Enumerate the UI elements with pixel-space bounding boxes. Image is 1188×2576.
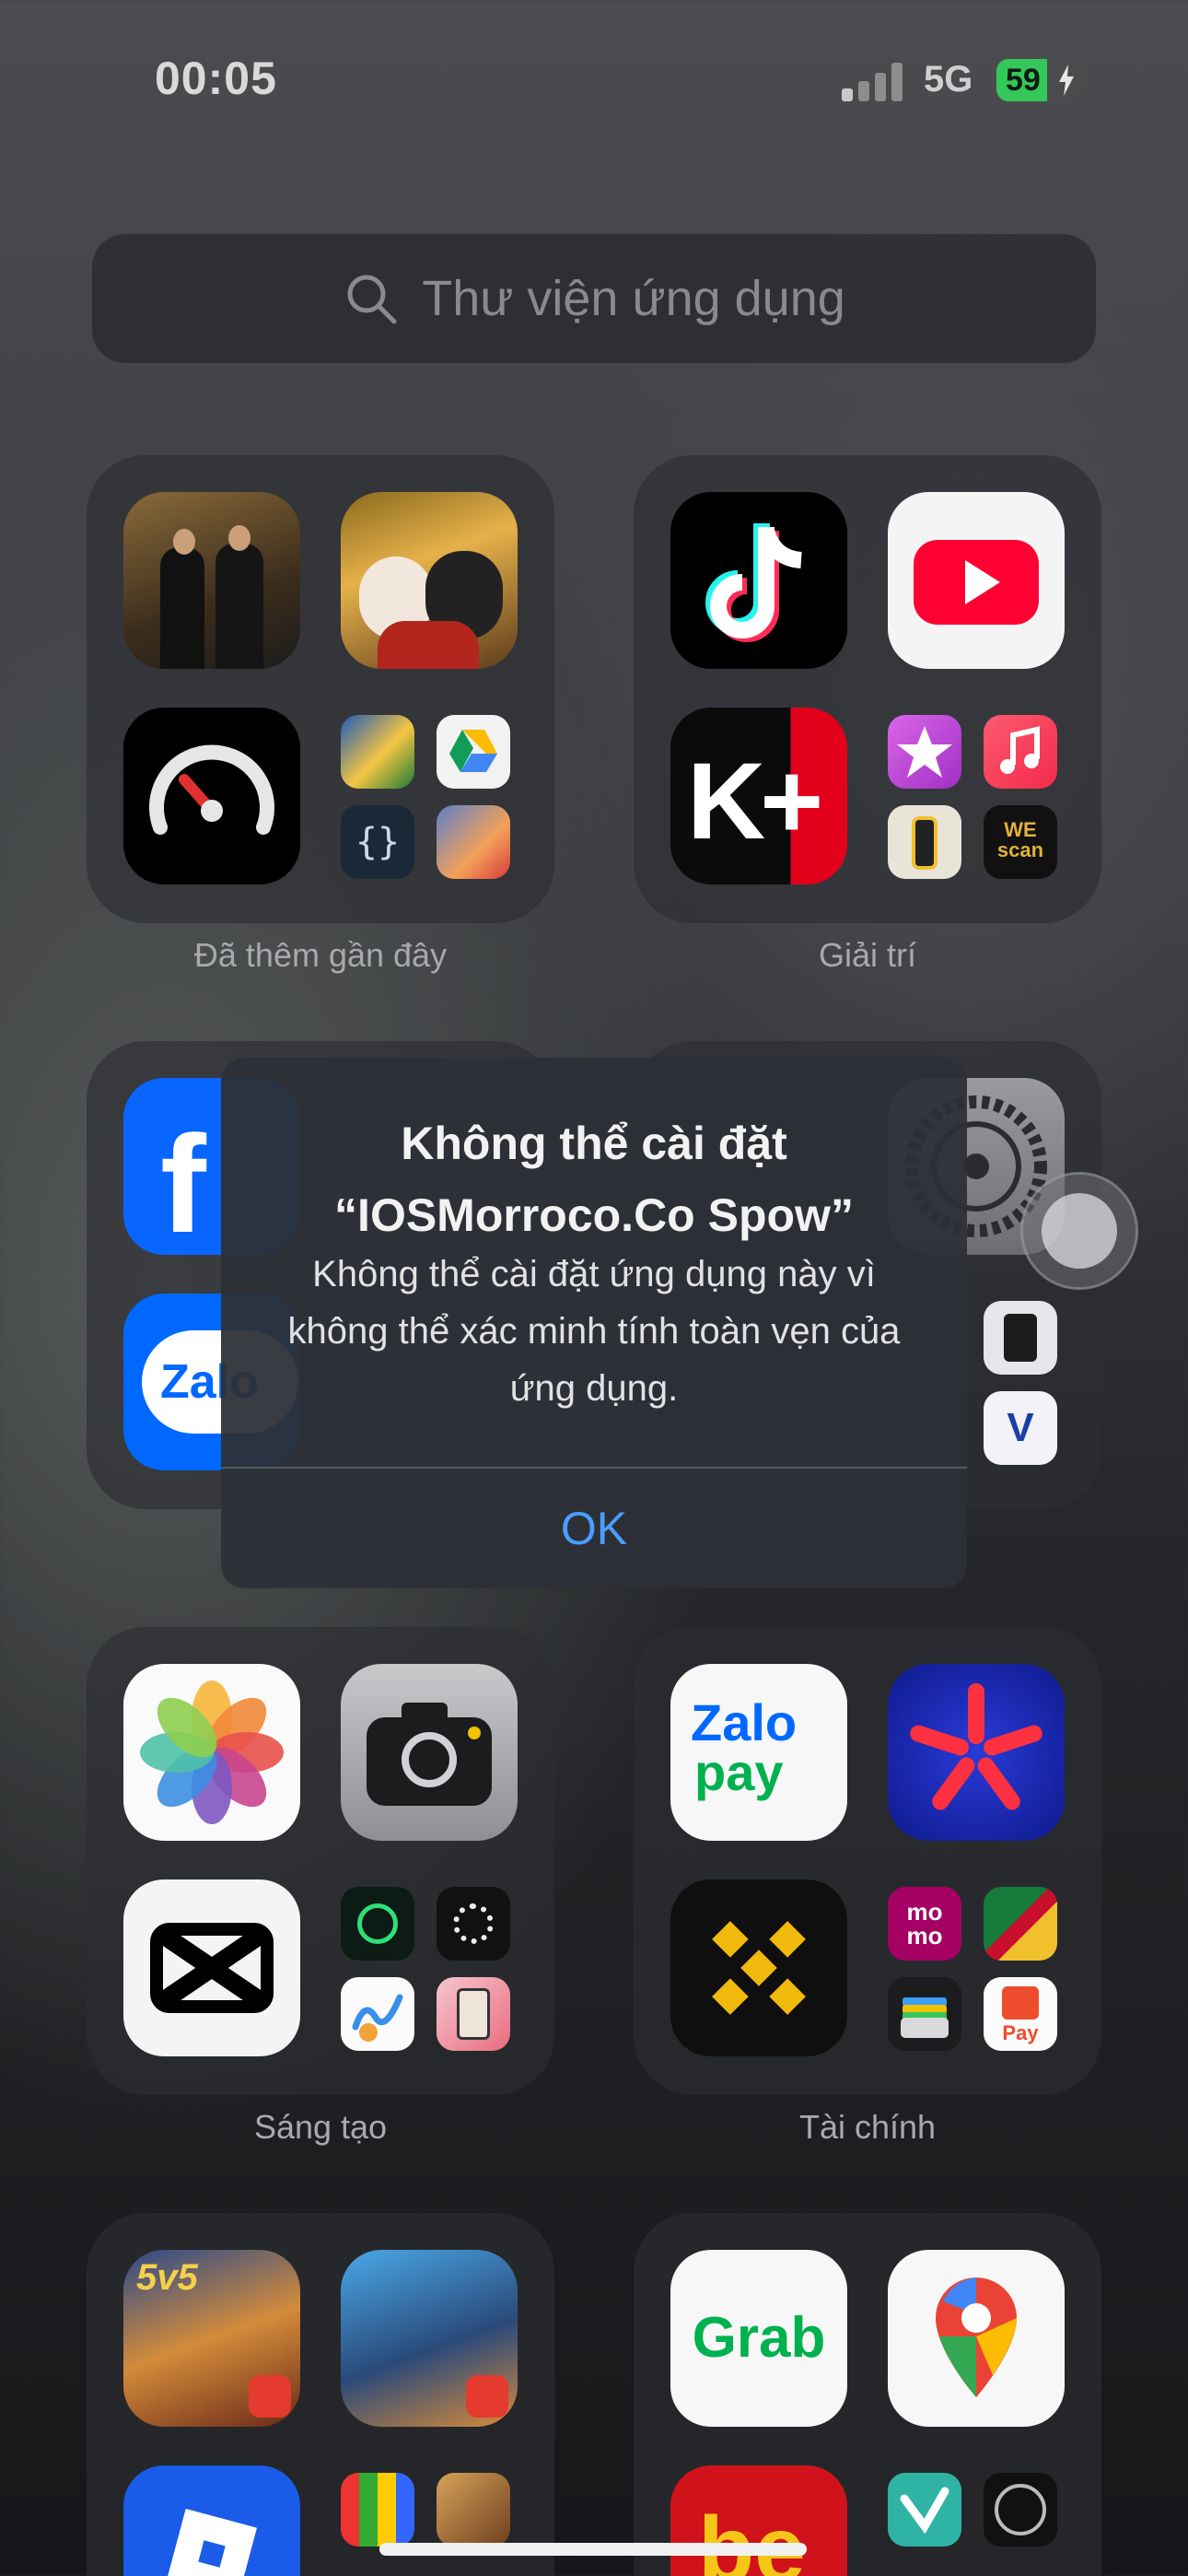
dialog-title-line1: Không thể cài đặt — [401, 1118, 787, 1169]
itunes-star-icon[interactable] — [888, 715, 961, 789]
lottery-app[interactable] — [984, 1887, 1057, 1961]
folder-label-recent: Đã thêm gần đây — [193, 936, 448, 974]
cellular-signal-icon — [842, 61, 906, 101]
grab-icon[interactable]: Grab — [670, 2250, 847, 2427]
folder-label-entertainment: Giải trí — [818, 936, 916, 974]
charging-bolt-icon — [1059, 64, 1074, 96]
home-indicator[interactable] — [379, 2543, 807, 2556]
star-app[interactable] — [888, 1664, 1065, 1841]
folder-travel[interactable]: Grab be — [634, 2213, 1101, 2576]
walkie-app[interactable] — [888, 805, 961, 879]
clash-app[interactable] — [437, 2473, 510, 2547]
search-icon — [347, 275, 397, 324]
camera-icon[interactable] — [341, 1664, 518, 1841]
zalopay-icon[interactable]: Zalo pay — [670, 1664, 847, 1841]
capcut-icon[interactable] — [123, 1879, 300, 2056]
google-drive-icon[interactable] — [437, 715, 510, 789]
battery-nub — [1085, 72, 1090, 88]
dialog-ok-button[interactable]: OK — [221, 1469, 967, 1588]
football-game-app[interactable] — [341, 715, 414, 789]
portrait-app[interactable] — [437, 1977, 510, 2051]
battery-icon: 59 — [996, 59, 1083, 101]
dialog-message: Không thể cài đặt ứng dụng này vì không … — [287, 1254, 901, 1409]
dialog-title: Không thể cài đặt “IOSMorroco.Co Spow” — [258, 1107, 930, 1251]
lienquan-game-app[interactable]: 5v5 — [123, 2250, 300, 2427]
folder-creative[interactable] — [87, 1627, 554, 2095]
vneid-icon[interactable]: V — [984, 1391, 1057, 1465]
calculator-icon[interactable] — [984, 1301, 1057, 1375]
battery-percent: 59 — [1006, 63, 1041, 98]
assistive-touch-button[interactable] — [1020, 1172, 1138, 1290]
music-icon[interactable] — [984, 715, 1057, 789]
kplus-icon[interactable]: K+ — [670, 708, 847, 884]
network-type: 5G — [924, 59, 973, 100]
vietjet-app[interactable] — [888, 2473, 961, 2547]
momo-label: mo mo — [906, 1898, 943, 1950]
ff-game-app[interactable] — [437, 805, 510, 879]
freeform-app[interactable] — [341, 1977, 414, 2051]
tiktok-icon[interactable] — [670, 492, 847, 669]
youtube-icon[interactable] — [888, 492, 1065, 669]
player-app[interactable] — [341, 1887, 414, 1961]
folder-label-finance: Tài chính — [798, 2108, 937, 2146]
kittens-app[interactable] — [341, 492, 518, 669]
google-maps-icon[interactable] — [888, 2250, 1065, 2427]
status-bar: 00:05 5G 59 — [0, 0, 1188, 157]
search-placeholder: Thư viện ứng dụng — [422, 271, 845, 326]
wallet-icon[interactable] — [888, 1977, 961, 2051]
photos-icon[interactable] — [123, 1664, 300, 1841]
dialog-title-line2: “IOSMorroco.Co Spow” — [334, 1189, 854, 1241]
roblox-icon[interactable] — [123, 2465, 300, 2576]
folder-label-creative: Sáng tạo — [253, 2108, 388, 2146]
wescan-label: WE scan — [996, 818, 1044, 861]
binance-icon[interactable] — [670, 1879, 847, 2056]
photo-men-app[interactable] — [123, 492, 300, 669]
code-braces-icon[interactable]: {} — [341, 805, 414, 879]
blocks-app[interactable] — [341, 2473, 414, 2547]
assistive-touch-dot — [1042, 1193, 1117, 1269]
install-error-dialog: Không thể cài đặt “IOSMorroco.Co Spow” K… — [221, 1058, 967, 1588]
folder-finance[interactable]: Zalo pay mo mo Pay — [634, 1627, 1101, 2095]
freefire-app[interactable] — [341, 2250, 518, 2427]
speedtest-icon[interactable] — [123, 708, 300, 884]
be-icon[interactable]: be — [670, 2465, 847, 2576]
folder-entertainment[interactable]: K+ WE scan — [634, 455, 1101, 923]
wescan-app[interactable]: WE scan — [984, 805, 1057, 879]
status-time: 00:05 — [155, 53, 277, 104]
folder-recently-added[interactable]: {} — [87, 455, 554, 923]
app-library-search[interactable]: Thư viện ứng dụng — [92, 234, 1096, 363]
momo-icon[interactable]: mo mo — [888, 1887, 961, 1961]
speedometer-app[interactable] — [984, 2473, 1057, 2547]
shopeepay-icon[interactable]: Pay — [984, 1977, 1057, 2051]
folder-games[interactable]: 5v5 — [87, 2213, 554, 2576]
swirl-app[interactable] — [437, 1887, 510, 1961]
